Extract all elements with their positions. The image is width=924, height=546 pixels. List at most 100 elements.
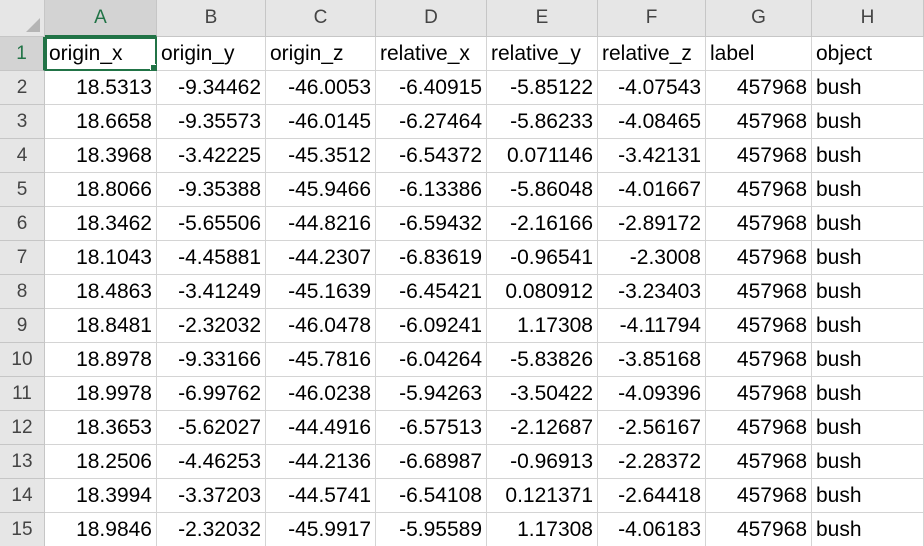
cell-g10[interactable]: 457968	[706, 343, 812, 377]
cell-a8[interactable]: 18.4863	[45, 275, 157, 309]
cell-g9[interactable]: 457968	[706, 309, 812, 343]
cell-c14[interactable]: -44.5741	[266, 479, 376, 513]
row-header-3[interactable]: 3	[0, 105, 45, 139]
cell-a14[interactable]: 18.3994	[45, 479, 157, 513]
cell-f12[interactable]: -2.56167	[598, 411, 706, 445]
row-header-5[interactable]: 5	[0, 173, 45, 207]
cell-d12[interactable]: -6.57513	[376, 411, 487, 445]
cell-c6[interactable]: -44.8216	[266, 207, 376, 241]
cell-d14[interactable]: -6.54108	[376, 479, 487, 513]
row-header-12[interactable]: 12	[0, 411, 45, 445]
cell-e8[interactable]: 0.080912	[487, 275, 598, 309]
cell-f15[interactable]: -4.06183	[598, 513, 706, 546]
cell-a5[interactable]: 18.8066	[45, 173, 157, 207]
cell-a2[interactable]: 18.5313	[45, 71, 157, 105]
cell-f7[interactable]: -2.3008	[598, 241, 706, 275]
cell-f6[interactable]: -2.89172	[598, 207, 706, 241]
column-header-h[interactable]: H	[812, 0, 924, 37]
spreadsheet-grid[interactable]: A B C D E F G H 1 origin_x origin_y origin_z relativ…	[0, 0, 924, 546]
row-header-11[interactable]: 11	[0, 377, 45, 411]
cell-e12[interactable]: -2.12687	[487, 411, 598, 445]
cell-g14[interactable]: 457968	[706, 479, 812, 513]
cell-c8[interactable]: -45.1639	[266, 275, 376, 309]
cell-d11[interactable]: -5.94263	[376, 377, 487, 411]
cell-b8[interactable]: -3.41249	[157, 275, 266, 309]
row-header-13[interactable]: 13	[0, 445, 45, 479]
cell-f9[interactable]: -4.11794	[598, 309, 706, 343]
cell-h7[interactable]: bush	[812, 241, 924, 275]
cell-d5[interactable]: -6.13386	[376, 173, 487, 207]
cell-d4[interactable]: -6.54372	[376, 139, 487, 173]
cell-d13[interactable]: -6.68987	[376, 445, 487, 479]
row-header-6[interactable]: 6	[0, 207, 45, 241]
cell-g2[interactable]: 457968	[706, 71, 812, 105]
cell-h3[interactable]: bush	[812, 105, 924, 139]
cell-b3[interactable]: -9.35573	[157, 105, 266, 139]
cell-g13[interactable]: 457968	[706, 445, 812, 479]
cell-g12[interactable]: 457968	[706, 411, 812, 445]
row-header-2[interactable]: 2	[0, 71, 45, 105]
cell-f2[interactable]: -4.07543	[598, 71, 706, 105]
cell-h6[interactable]: bush	[812, 207, 924, 241]
cell-a6[interactable]: 18.3462	[45, 207, 157, 241]
cell-b6[interactable]: -5.65506	[157, 207, 266, 241]
cell-d3[interactable]: -6.27464	[376, 105, 487, 139]
cell-e10[interactable]: -5.83826	[487, 343, 598, 377]
cell-g3[interactable]: 457968	[706, 105, 812, 139]
cell-c11[interactable]: -46.0238	[266, 377, 376, 411]
cell-c1[interactable]: origin_z	[266, 37, 376, 71]
cell-a11[interactable]: 18.9978	[45, 377, 157, 411]
column-header-g[interactable]: G	[706, 0, 812, 37]
cell-a7[interactable]: 18.1043	[45, 241, 157, 275]
cell-d15[interactable]: -5.95589	[376, 513, 487, 546]
column-header-e[interactable]: E	[487, 0, 598, 37]
cell-e9[interactable]: 1.17308	[487, 309, 598, 343]
cell-h12[interactable]: bush	[812, 411, 924, 445]
column-header-a[interactable]: A	[45, 0, 157, 37]
cell-d7[interactable]: -6.83619	[376, 241, 487, 275]
cell-g1[interactable]: label	[706, 37, 812, 71]
cell-h4[interactable]: bush	[812, 139, 924, 173]
cell-a9[interactable]: 18.8481	[45, 309, 157, 343]
cell-h1[interactable]: object	[812, 37, 924, 71]
cell-d6[interactable]: -6.59432	[376, 207, 487, 241]
row-header-4[interactable]: 4	[0, 139, 45, 173]
cell-g6[interactable]: 457968	[706, 207, 812, 241]
cell-e1[interactable]: relative_y	[487, 37, 598, 71]
cell-c5[interactable]: -45.9466	[266, 173, 376, 207]
cell-d1[interactable]: relative_x	[376, 37, 487, 71]
cell-h15[interactable]: bush	[812, 513, 924, 546]
cell-h10[interactable]: bush	[812, 343, 924, 377]
cell-a12[interactable]: 18.3653	[45, 411, 157, 445]
cell-b12[interactable]: -5.62027	[157, 411, 266, 445]
cell-f10[interactable]: -3.85168	[598, 343, 706, 377]
cell-g4[interactable]: 457968	[706, 139, 812, 173]
cell-f4[interactable]: -3.42131	[598, 139, 706, 173]
cell-f13[interactable]: -2.28372	[598, 445, 706, 479]
cell-d9[interactable]: -6.09241	[376, 309, 487, 343]
column-header-c[interactable]: C	[266, 0, 376, 37]
row-header-14[interactable]: 14	[0, 479, 45, 513]
cell-a13[interactable]: 18.2506	[45, 445, 157, 479]
cell-d2[interactable]: -6.40915	[376, 71, 487, 105]
cell-c12[interactable]: -44.4916	[266, 411, 376, 445]
cell-b4[interactable]: -3.42225	[157, 139, 266, 173]
cell-c2[interactable]: -46.0053	[266, 71, 376, 105]
active-cell-a1[interactable]: origin_x	[45, 37, 157, 71]
cell-h9[interactable]: bush	[812, 309, 924, 343]
cell-a10[interactable]: 18.8978	[45, 343, 157, 377]
cell-b9[interactable]: -2.32032	[157, 309, 266, 343]
cell-e3[interactable]: -5.86233	[487, 105, 598, 139]
cell-b13[interactable]: -4.46253	[157, 445, 266, 479]
cell-e7[interactable]: -0.96541	[487, 241, 598, 275]
cell-e5[interactable]: -5.86048	[487, 173, 598, 207]
cell-h11[interactable]: bush	[812, 377, 924, 411]
cell-c9[interactable]: -46.0478	[266, 309, 376, 343]
cell-g8[interactable]: 457968	[706, 275, 812, 309]
column-header-b[interactable]: B	[157, 0, 266, 37]
cell-b1[interactable]: origin_y	[157, 37, 266, 71]
cell-h13[interactable]: bush	[812, 445, 924, 479]
cell-c3[interactable]: -46.0145	[266, 105, 376, 139]
cell-c13[interactable]: -44.2136	[266, 445, 376, 479]
cell-f3[interactable]: -4.08465	[598, 105, 706, 139]
